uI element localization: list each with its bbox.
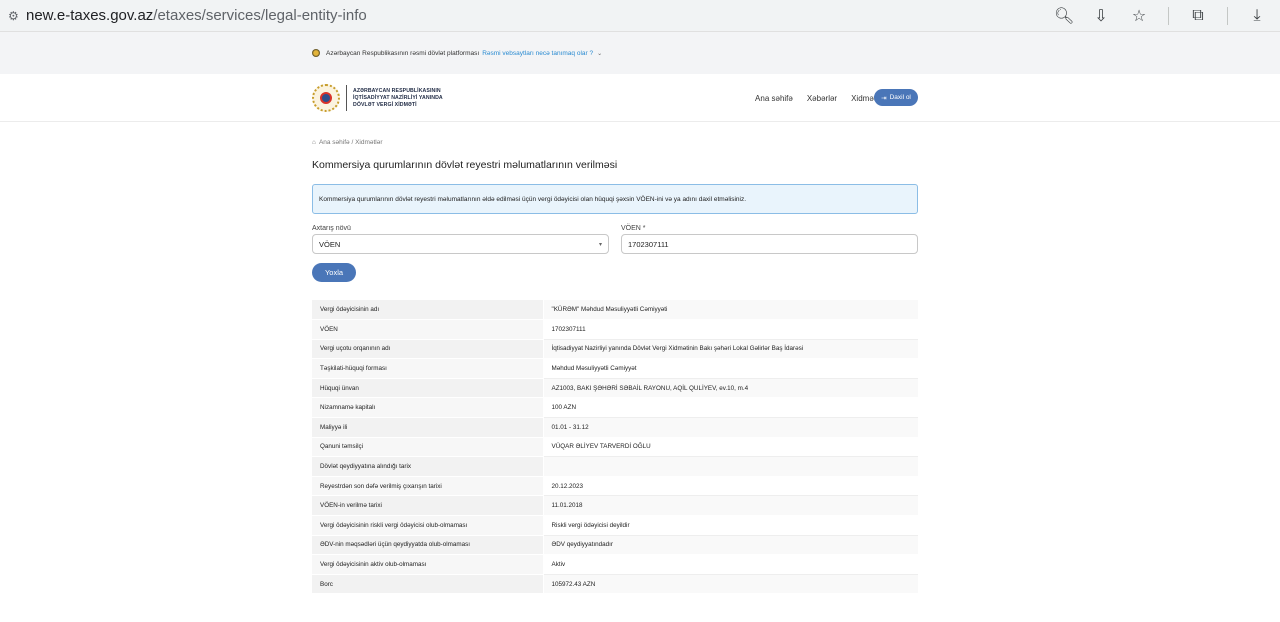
chevron-down-icon[interactable]: ⌄ bbox=[597, 50, 602, 57]
row-key: Maliyyə ili bbox=[312, 417, 544, 438]
breadcrumb-text[interactable]: Ana səhifə / Xidmətlər bbox=[319, 139, 383, 146]
search-type-field: Axtarış növü VÖEN ▾ bbox=[312, 225, 609, 254]
row-value: Məhdud Məsuliyyətli Cəmiyyət bbox=[543, 358, 918, 379]
row-key: Vergi ödəyicisinin riskli vergi ödəyicis… bbox=[312, 515, 544, 536]
row-value: AZ1003, BAKI ŞƏHƏRİ SƏBAİL RAYONU, AQİL … bbox=[543, 378, 918, 399]
row-key: Hüquqi ünvan bbox=[312, 378, 544, 399]
voen-field: VÖEN * 1702307111 bbox=[621, 225, 918, 254]
toolbar-separator bbox=[1168, 7, 1169, 25]
row-value: Aktiv bbox=[543, 554, 918, 575]
extensions-icon[interactable]: ⧉ bbox=[1189, 7, 1207, 25]
table-row: Vergi ödəyicisinin adı "KÜRƏM" Məhdud Məs… bbox=[312, 300, 918, 321]
logo-line-3: DÖVLƏT VERGİ XİDMƏTİ bbox=[353, 101, 417, 108]
table-row: Hüquqi ünvan AZ1003, BAKI ŞƏHƏRİ SƏBAİL R… bbox=[312, 378, 918, 399]
voen-label: VÖEN * bbox=[621, 225, 646, 232]
row-value: "KÜRƏM" Məhdud Məsuliyyətli Cəmiyyəti bbox=[543, 300, 918, 321]
download-icon[interactable]: ⤓ bbox=[1248, 7, 1266, 25]
gov-banner-text: Azərbaycan Respublikasının rəsmi dövlət … bbox=[326, 49, 480, 57]
row-key: Vergi uçotu orqanının adı bbox=[312, 339, 544, 360]
row-key: Dövlət qeydiyyatına alındığı tarix bbox=[312, 456, 544, 477]
toolbar-separator bbox=[1227, 7, 1228, 25]
row-key: Vergi ödəyicisinin aktiv olub-olmaması bbox=[312, 554, 544, 575]
row-value: İqtisadiyyat Nazirliyi yanında Dövlət Ve… bbox=[543, 339, 918, 360]
address-bar[interactable]: new.e-taxes.gov.az/etaxes/services/legal… bbox=[26, 7, 367, 24]
voen-input[interactable]: 1702307111 bbox=[621, 234, 918, 254]
row-value: 11.01.2018 bbox=[543, 495, 918, 517]
home-icon[interactable]: ⌂ bbox=[312, 139, 316, 146]
row-value bbox=[543, 456, 918, 477]
info-alert: Kommersiya qurumlarının dövlət reyestri … bbox=[312, 184, 918, 214]
row-key: Nizamnamə kapitalı bbox=[312, 397, 544, 419]
table-row: Maliyyə ili 01.01 - 31.12 bbox=[312, 417, 918, 438]
table-row: Nizamnamə kapitalı 100 AZN bbox=[312, 397, 918, 419]
table-row: Qanuni təmsilçi VÜQAR ƏLİYEV TARVERDİ OĞL… bbox=[312, 437, 918, 458]
install-app-icon[interactable]: ⇩ bbox=[1092, 6, 1110, 26]
table-row: VÖEN 1702307111 bbox=[312, 319, 918, 340]
search-form: Axtarış növü VÖEN ▾ VÖEN * 1702307111 bbox=[312, 225, 918, 254]
row-key: Vergi ödəyicisinin adı bbox=[312, 300, 544, 321]
logo-line-2: İQTİSADİYYAT NAZİRLİYİ YANINDA bbox=[353, 94, 443, 101]
row-key: VÖEN-in verilmə tarixi bbox=[312, 495, 544, 517]
voen-input-value: 1702307111 bbox=[628, 239, 669, 249]
url-host: new.e-taxes.gov.az bbox=[26, 7, 154, 24]
table-row: VÖEN-in verilmə tarixi 11.01.2018 bbox=[312, 495, 918, 517]
row-key: ƏDV-nin məqsədləri üçün qeydiyyatda olub… bbox=[312, 535, 544, 556]
zoom-icon[interactable]: 🔍︎ bbox=[1054, 6, 1074, 26]
gov-platform-banner: Azərbaycan Respublikasının rəsmi dövlət … bbox=[0, 32, 1280, 74]
main-content: ⌂ Ana səhifə / Xidmətlər Kommersiya quru… bbox=[312, 124, 918, 595]
logo-divider bbox=[346, 85, 347, 111]
gov-banner-link[interactable]: Rəsmi vebsaytları necə tanımaq olar ? bbox=[482, 50, 593, 57]
table-row: Vergi ödəyicisinin aktiv olub-olmaması Ak… bbox=[312, 554, 918, 575]
login-label: Daxil ol bbox=[889, 94, 911, 101]
row-key: VÖEN bbox=[312, 319, 544, 340]
row-key: Reyestrdən son dəfə verilmiş çıxarışın t… bbox=[312, 476, 544, 497]
check-button[interactable]: Yoxla bbox=[312, 263, 356, 282]
browser-toolbar: ⚙ new.e-taxes.gov.az/etaxes/services/leg… bbox=[0, 0, 1280, 32]
row-key: Qanuni təmsilçi bbox=[312, 437, 544, 458]
row-value: VÜQAR ƏLİYEV TARVERDİ OĞLU bbox=[543, 437, 918, 458]
site-header: AZƏRBAYCAN RESPUBLİKASININ İQTİSADİYYAT … bbox=[0, 74, 1280, 122]
logo-text: AZƏRBAYCAN RESPUBLİKASININ İQTİSADİYYAT … bbox=[353, 88, 443, 109]
search-type-label: Axtarış növü bbox=[312, 225, 351, 232]
row-value: 100 AZN bbox=[543, 397, 918, 419]
search-type-value: VÖEN bbox=[319, 239, 341, 249]
row-value: 1702307111 bbox=[543, 319, 918, 340]
row-value: 01.01 - 31.12 bbox=[543, 417, 918, 438]
state-emblem-icon bbox=[312, 84, 340, 112]
login-button[interactable]: ⇥ Daxil ol bbox=[874, 89, 918, 106]
table-row: Reyestrdən son dəfə verilmiş çıxarışın t… bbox=[312, 476, 918, 497]
table-row: Dövlət qeydiyyatına alındığı tarix bbox=[312, 456, 918, 477]
table-row: Vergi uçotu orqanının adı İqtisadiyyat Na… bbox=[312, 339, 918, 360]
nav-home[interactable]: Ana səhifə bbox=[755, 94, 793, 103]
info-alert-text: Kommersiya qurumlarının dövlət reyestri … bbox=[319, 195, 747, 203]
search-type-select[interactable]: VÖEN ▾ bbox=[312, 234, 609, 254]
table-row: Borc 105972.43 AZN bbox=[312, 574, 918, 595]
row-key: Təşkilati-hüquqi forması bbox=[312, 358, 544, 379]
browser-actions: 🔍︎ ⇩ ☆ ⧉ ⤓ bbox=[1054, 0, 1266, 32]
result-table: Vergi ödəyicisinin adı "KÜRƏM" Məhdud Məs… bbox=[312, 300, 918, 595]
login-icon: ⇥ bbox=[881, 94, 887, 102]
table-row: Vergi ödəyicisinin riskli vergi ödəyicis… bbox=[312, 515, 918, 536]
site-logo[interactable]: AZƏRBAYCAN RESPUBLİKASININ İQTİSADİYYAT … bbox=[312, 84, 443, 112]
row-value: 105972.43 AZN bbox=[543, 574, 918, 595]
bookmark-star-icon[interactable]: ☆ bbox=[1130, 6, 1148, 26]
nav-news[interactable]: Xəbərlər bbox=[807, 94, 837, 103]
row-key: Borc bbox=[312, 574, 544, 595]
row-value: 20.12.2023 bbox=[543, 476, 918, 497]
breadcrumb: ⌂ Ana səhifə / Xidmətlər bbox=[312, 139, 918, 146]
caret-down-icon: ▾ bbox=[598, 241, 602, 248]
table-row: Təşkilati-hüquqi forması Məhdud Məsuliyyə… bbox=[312, 358, 918, 379]
row-value: ƏDV qeydiyyatındadır bbox=[543, 535, 918, 556]
logo-line-1: AZƏRBAYCAN RESPUBLİKASININ bbox=[353, 87, 441, 94]
row-value: Riskli vergi ödəyicisi deyildir bbox=[543, 515, 918, 536]
url-path: /etaxes/services/legal-entity-info bbox=[153, 7, 367, 24]
table-row: ƏDV-nin məqsədləri üçün qeydiyyatda olub… bbox=[312, 535, 918, 556]
emblem-small-icon bbox=[312, 49, 320, 57]
page-title: Kommersiya qurumlarının dövlət reyestri … bbox=[312, 159, 618, 171]
site-info-icon[interactable]: ⚙ bbox=[8, 9, 20, 23]
